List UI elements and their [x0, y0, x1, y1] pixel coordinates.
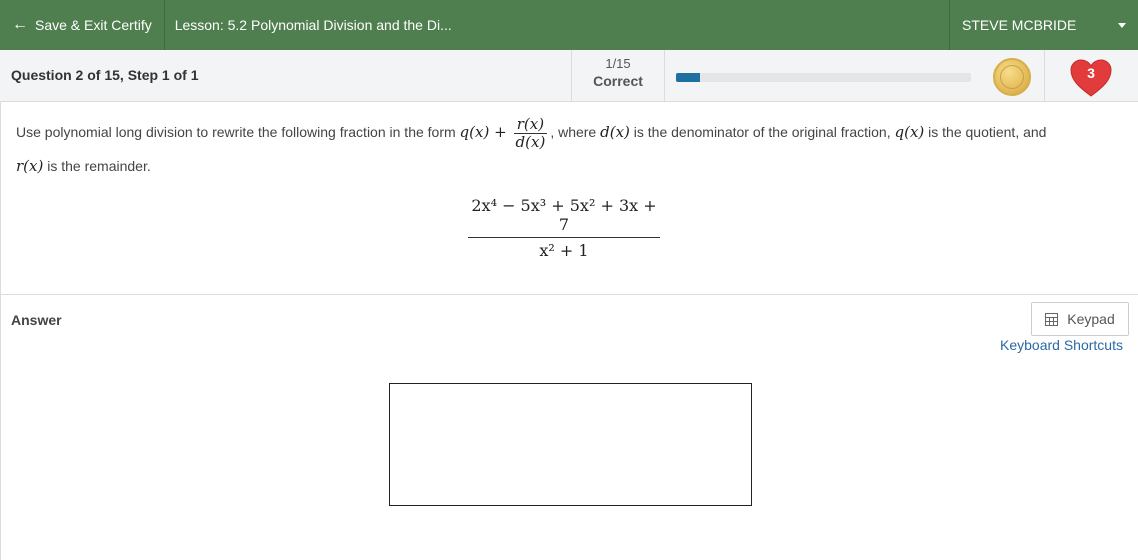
hearts-count: 3 — [1087, 65, 1095, 81]
math-r-of-x: r(x) — [16, 157, 44, 175]
heart-icon: 3 — [1069, 58, 1113, 98]
math-d-of-x: d(x) — [600, 123, 630, 142]
form-q: q(x) + — [459, 123, 507, 142]
score-panel: 1/15 Correct — [571, 50, 665, 101]
divider — [1044, 50, 1045, 101]
answer-label: Answer — [11, 312, 62, 328]
fraction-denominator: x² + 1 — [539, 241, 589, 260]
progress-fill — [676, 73, 700, 82]
form-fraction: r(x) d(x) — [513, 115, 548, 151]
keyboard-shortcuts-link[interactable]: Keyboard Shortcuts — [1000, 337, 1123, 353]
question-text-part: Use polynomial long division to rewrite … — [16, 124, 456, 141]
form-numerator: r(x) — [516, 115, 545, 133]
progress-bar — [676, 73, 971, 82]
question-text-part: , where — [550, 124, 597, 141]
polynomial-fraction: 2x⁴ − 5x³ + 5x² + 3x + 7 x² + 1 — [468, 196, 660, 260]
keypad-button[interactable]: Keypad — [1031, 302, 1129, 336]
user-name: STEVE MCBRIDE — [962, 17, 1077, 33]
question-text-part: is the remainder. — [47, 158, 151, 174]
lesson-title: Lesson: 5.2 Polynomial Division and the … — [174, 17, 452, 33]
top-bar: ← Save & Exit Certify Lesson: 5.2 Polyno… — [0, 0, 1138, 50]
form-denominator: d(x) — [515, 133, 546, 151]
score-count: 1/15 — [605, 56, 631, 71]
fraction-numerator: 2x⁴ − 5x³ + 5x² + 3x + 7 — [468, 196, 660, 238]
keypad-label: Keypad — [1067, 311, 1115, 327]
calculator-icon — [1045, 312, 1059, 326]
coin-icon — [993, 58, 1031, 96]
question-text-part: is the quotient, and — [928, 124, 1047, 141]
chevron-down-icon — [1118, 22, 1126, 28]
save-exit-button[interactable]: ← Save & Exit Certify — [0, 0, 165, 50]
arrow-left-icon: ← — [12, 16, 28, 33]
save-exit-label: Save & Exit Certify — [35, 17, 152, 33]
question-text: Use polynomial long division to rewrite … — [16, 116, 1126, 182]
question-panel: Use polynomial long division to rewrite … — [0, 102, 1138, 295]
question-progress-title: Question 2 of 15, Step 1 of 1 — [11, 67, 199, 83]
user-menu[interactable]: STEVE MCBRIDE — [949, 0, 1138, 50]
status-bar: Question 2 of 15, Step 1 of 1 1/15 Corre… — [0, 50, 1138, 102]
answer-input[interactable] — [389, 383, 752, 506]
score-label: Correct — [593, 73, 643, 89]
math-q-of-x: q(x) — [894, 123, 925, 142]
question-text-part: is the denominator of the original fract… — [633, 124, 891, 141]
